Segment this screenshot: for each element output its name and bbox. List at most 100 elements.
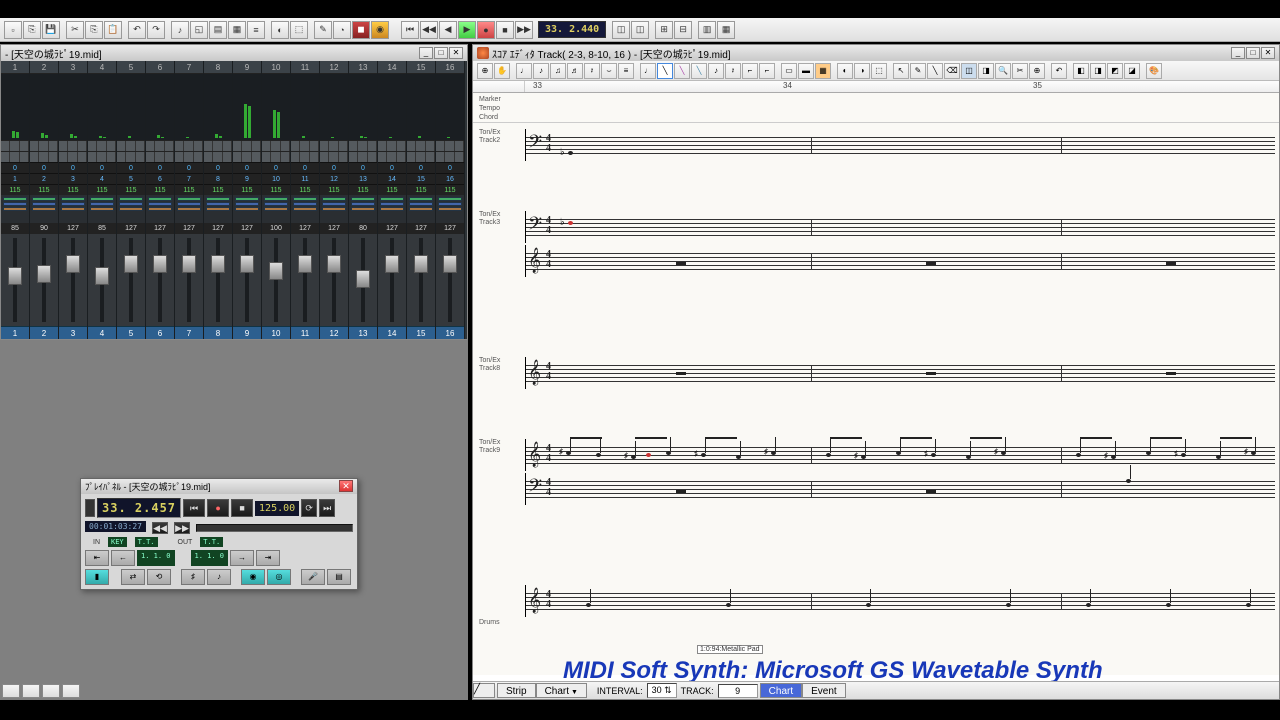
tb-x3[interactable]: ⊞	[655, 21, 673, 39]
st-g2[interactable]: ◨	[1090, 63, 1106, 79]
st-g1[interactable]: ◧	[1073, 63, 1089, 79]
st-h1[interactable]: 🎨	[1146, 63, 1162, 79]
pp-rec[interactable]: ●	[207, 499, 229, 517]
st-e2[interactable]: ◑	[854, 63, 870, 79]
staff-1[interactable]: 𝄢44♭	[525, 211, 1275, 243]
st-sel[interactable]: ◫	[961, 63, 977, 79]
st-hand[interactable]: ✋	[494, 63, 510, 79]
pp-out-set[interactable]: →	[230, 550, 254, 566]
mixer-channel-11[interactable]: 11 0 11 115 127 11	[291, 61, 320, 339]
tb-save[interactable]: 💾	[42, 21, 60, 39]
tb-k[interactable]: ◉	[371, 21, 389, 39]
staff-0[interactable]: 𝄢44♭	[525, 129, 1275, 161]
score-min[interactable]: _	[1231, 47, 1245, 59]
pp-m4[interactable]: ♯	[181, 569, 205, 585]
st-glue[interactable]: ⊕	[1029, 63, 1045, 79]
pp-m8[interactable]: 🎤	[301, 569, 325, 585]
pp-out-btn[interactable]: ⇥	[256, 550, 280, 566]
tb-rewind[interactable]: ⏮	[401, 21, 419, 39]
ss-chart-dd[interactable]: Chart	[536, 683, 587, 698]
mixer-channel-5[interactable]: 5 0 5 115 127 5	[117, 61, 146, 339]
score-titlebar[interactable]: ｽｺｱ ｴﾃﾞｨﾀ Track( 2-3, 8-10, 16 ) - [天空の城…	[473, 45, 1279, 61]
tb-back[interactable]: ◀	[439, 21, 457, 39]
pp-prev[interactable]: ◀◀	[152, 522, 168, 534]
pp-toggle[interactable]	[85, 499, 95, 517]
pp-m1[interactable]: ▮	[85, 569, 109, 585]
mixer-channel-9[interactable]: 9 0 9 115 127 9	[233, 61, 262, 339]
ft-2[interactable]	[22, 684, 40, 698]
tb-x4[interactable]: ⊟	[674, 21, 692, 39]
tb-undo[interactable]: ↶	[128, 21, 146, 39]
pp-loop[interactable]: ⟳	[301, 499, 317, 517]
pp-m5[interactable]: ♪	[207, 569, 231, 585]
mixer-channel-8[interactable]: 8 0 8 115 127 8	[204, 61, 233, 339]
st-d2[interactable]: ▬	[798, 63, 814, 79]
mixer-titlebar[interactable]: - [天空の城ﾗﾋﾟ19.mid] _ □ ✕	[1, 45, 467, 61]
tb-x1[interactable]: ◫	[612, 21, 630, 39]
st-c6[interactable]: 𝄽	[725, 63, 741, 79]
pp-ff[interactable]: ⏭	[319, 499, 335, 517]
mixer-channel-3[interactable]: 3 0 3 115 127 3	[59, 61, 88, 339]
st-sel2[interactable]: ◨	[978, 63, 994, 79]
tb-f[interactable]: ◐	[271, 21, 289, 39]
tb-prev[interactable]: ◀◀	[420, 21, 438, 39]
mixer-channel-10[interactable]: 10 0 10 115 100 10	[262, 61, 291, 339]
tb-c[interactable]: ▤	[209, 21, 227, 39]
st-pen[interactable]: ✎	[910, 63, 926, 79]
tb-g[interactable]: ⬚	[290, 21, 308, 39]
pp-slider[interactable]	[196, 524, 353, 532]
st-g3[interactable]: ◩	[1107, 63, 1123, 79]
mixer-channel-15[interactable]: 15 0 15 115 127 15	[407, 61, 436, 339]
st-note1[interactable]: ♩	[516, 63, 532, 79]
staff-3[interactable]: 𝄞44♯♯♯♯♯♯♯♯♯♯	[525, 439, 1275, 471]
tb-stop[interactable]: ■	[496, 21, 514, 39]
st-opts[interactable]: ≡	[618, 63, 634, 79]
pp-next[interactable]: ▶▶	[174, 522, 190, 534]
tb-cut[interactable]: ✂	[66, 21, 84, 39]
play-panel-close[interactable]: ✕	[339, 480, 353, 492]
mixer-channel-12[interactable]: 12 0 12 115 127 12	[320, 61, 349, 339]
st-e1[interactable]: ◐	[837, 63, 853, 79]
mixer-channel-16[interactable]: 16 0 16 115 127 16	[436, 61, 465, 339]
pp-m3[interactable]: ⟲	[147, 569, 171, 585]
st-c5[interactable]: ♪	[708, 63, 724, 79]
mixer-channel-13[interactable]: 13 0 13 115 80 13	[349, 61, 378, 339]
score-close[interactable]: ✕	[1261, 47, 1275, 59]
tb-x5[interactable]: ▥	[698, 21, 716, 39]
st-c2[interactable]: ╲	[657, 63, 673, 79]
ft-1[interactable]	[2, 684, 20, 698]
tb-copy[interactable]: ⎘	[85, 21, 103, 39]
st-note2[interactable]: ♪	[533, 63, 549, 79]
st-d1[interactable]: ▭	[781, 63, 797, 79]
tb-fwd[interactable]: ▶▶	[515, 21, 533, 39]
st-c8[interactable]: ⌐	[759, 63, 775, 79]
pp-m7[interactable]: ◎	[267, 569, 291, 585]
pp-m2[interactable]: ⇄	[121, 569, 145, 585]
ss-chart2[interactable]: Chart	[760, 683, 802, 698]
tb-open[interactable]: ⎘	[23, 21, 41, 39]
mixer-channel-7[interactable]: 7 0 7 115 127 7	[175, 61, 204, 339]
st-note3[interactable]: ♫	[550, 63, 566, 79]
st-split[interactable]: ✂	[1012, 63, 1028, 79]
st-g4[interactable]: ◪	[1124, 63, 1140, 79]
tb-d[interactable]: ▦	[228, 21, 246, 39]
pp-in-set[interactable]: ←	[111, 550, 135, 566]
tb-new[interactable]: ▫	[4, 21, 22, 39]
st-erase[interactable]: ⌫	[944, 63, 960, 79]
st-d3[interactable]: ▦	[815, 63, 831, 79]
score-body[interactable]: Ton/ExTrack2𝄢44♭Ton/ExTrack3𝄢44♭𝄞44▬▬▬To…	[473, 123, 1279, 675]
st-c1[interactable]: ♩	[640, 63, 656, 79]
st-e3[interactable]: ⬚	[871, 63, 887, 79]
pp-in-btn[interactable]: ⇤	[85, 550, 109, 566]
tb-i[interactable]: ◔	[333, 21, 351, 39]
ss-track[interactable]: 9	[718, 684, 758, 698]
ss-corner[interactable]: ╱	[473, 683, 495, 698]
mixer-channel-1[interactable]: 1 0 1 115 85 1	[1, 61, 30, 339]
staff-2[interactable]: 𝄞44▬▬▬	[525, 357, 1275, 389]
tb-b[interactable]: ◱	[190, 21, 208, 39]
ft-3[interactable]	[42, 684, 60, 698]
st-rest[interactable]: 𝄽	[584, 63, 600, 79]
tb-a[interactable]: ♪	[171, 21, 189, 39]
ss-interval[interactable]: 30 ⇅	[647, 683, 677, 698]
score-max[interactable]: □	[1246, 47, 1260, 59]
